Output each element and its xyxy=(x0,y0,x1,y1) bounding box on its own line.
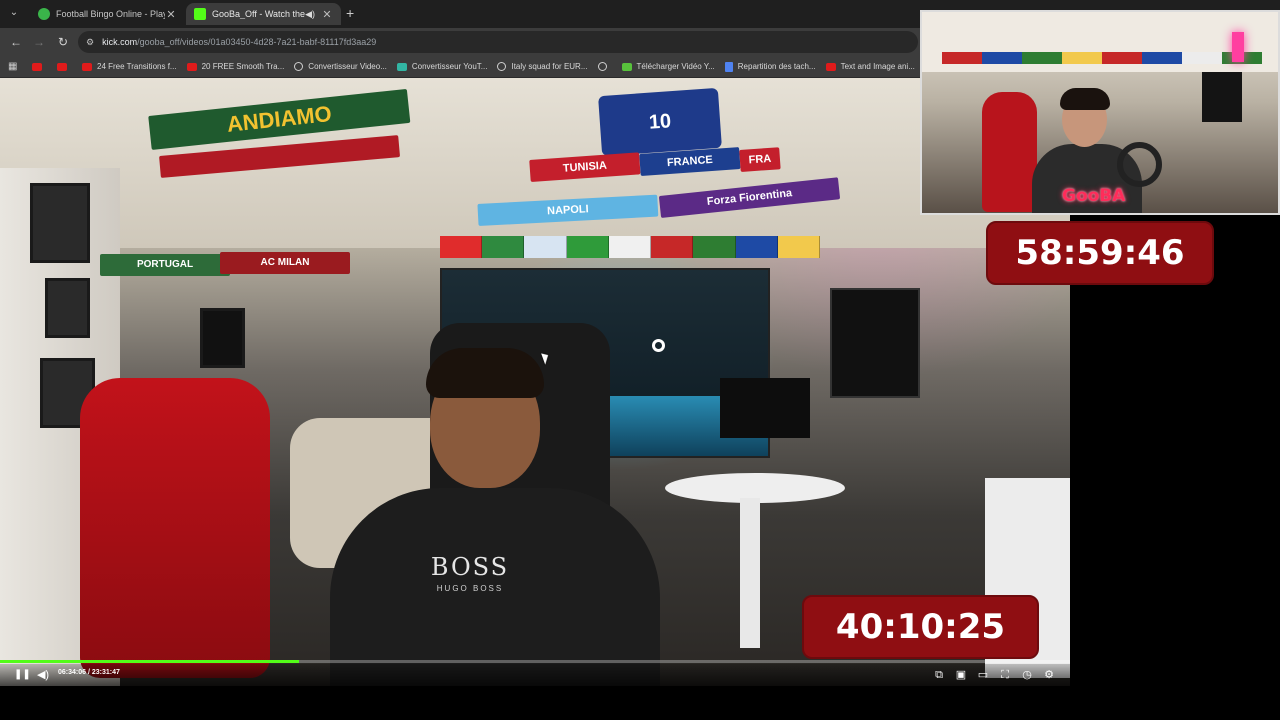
download-icon xyxy=(621,62,632,71)
pause-icon[interactable]: ❚❚ xyxy=(14,668,31,682)
bookmark-item[interactable]: Convertisseur YouT... xyxy=(396,62,487,71)
tab-title: GooBa_Off - Watch the VOD xyxy=(212,9,306,19)
youtube-icon xyxy=(57,62,67,71)
wall-frame xyxy=(45,278,90,338)
site-info-icon[interactable]: ⚙ xyxy=(86,37,94,48)
bookmark-item[interactable]: Italy squad for EUR... xyxy=(497,62,588,71)
tab-close-icon[interactable]: ✕ xyxy=(165,8,177,21)
scarf-portugal: PORTUGAL xyxy=(100,254,230,276)
bookmark-item[interactable] xyxy=(597,62,612,71)
miniplayer-icon[interactable]: ⧉ xyxy=(932,668,946,682)
webcam-neon xyxy=(1232,32,1244,62)
kick-favicon-icon xyxy=(194,8,206,20)
time-display: 06:34:06 / 23:31:47 xyxy=(58,669,120,676)
ring-light xyxy=(652,339,665,352)
url-text: kick.com/gooba_off/videos/01a03450-4d28-… xyxy=(102,37,377,47)
webcam-red-chair xyxy=(982,92,1037,212)
table-leg xyxy=(740,498,760,648)
speed-icon[interactable]: ◷ xyxy=(1020,668,1034,682)
jersey-10: 10 xyxy=(598,87,722,157)
youtube-icon xyxy=(82,62,92,71)
webcam-flags xyxy=(942,52,1262,64)
seek-bar[interactable] xyxy=(0,660,1070,663)
shirt-logo: BOSS xyxy=(430,553,510,581)
video-player[interactable]: ANDIAMO 10 TUNISIA FRANCE FRA NAPOLI For… xyxy=(0,78,1070,686)
bookmark-item[interactable]: 20 FREE Smooth Tra... xyxy=(186,62,284,71)
globe-icon xyxy=(497,62,507,71)
wall-frame xyxy=(200,308,245,368)
youtube-icon xyxy=(32,62,42,71)
tab-title: Football Bingo Online - Play No xyxy=(56,9,165,19)
bookmark-item[interactable]: Télécharger Vidéo Y... xyxy=(621,62,715,71)
theater-icon[interactable]: ▭ xyxy=(976,668,990,682)
bookmark-item[interactable] xyxy=(32,62,47,71)
countdown-timer-bottom: 40:10:25 xyxy=(802,595,1039,659)
bookmark-item[interactable]: Convertisseur Video... xyxy=(294,62,387,71)
bookmark-item[interactable]: Repartition des tach... xyxy=(724,61,816,72)
letterbox-bottom xyxy=(0,686,1280,720)
tab-gooba-vod[interactable]: GooBa_Off - Watch the VOD ◀) ✕ xyxy=(186,3,341,25)
red-gaming-chair xyxy=(80,378,270,678)
streamer-hair xyxy=(426,348,544,398)
bookmark-item[interactable]: Text and Image ani... xyxy=(825,62,915,71)
speaker-box xyxy=(720,378,810,438)
apps-grid-icon[interactable]: ▦ xyxy=(8,61,20,73)
wall-frame xyxy=(30,183,90,263)
tab-search-icon[interactable]: ⌄ xyxy=(6,5,22,21)
globe-icon xyxy=(597,62,607,71)
settings-gear-icon[interactable]: ⚙ xyxy=(1042,668,1056,682)
shirt-sublogo: HUGO BOSS xyxy=(436,584,504,593)
clip-icon[interactable]: ▣ xyxy=(954,668,968,682)
address-bar[interactable]: ⚙ kick.com/gooba_off/videos/01a03450-4d2… xyxy=(78,31,918,53)
reload-icon[interactable]: ↻ xyxy=(55,34,71,50)
speaker-icon[interactable]: ◀) xyxy=(305,9,315,20)
monitor xyxy=(830,288,920,398)
new-tab-icon[interactable]: + xyxy=(346,5,360,21)
flag-strip xyxy=(440,236,820,258)
globe-icon xyxy=(294,62,304,71)
steering-wheel xyxy=(1117,142,1162,187)
bookmark-item[interactable] xyxy=(57,62,72,71)
webcam-person-hair xyxy=(1060,88,1110,110)
youtube-icon xyxy=(825,62,836,71)
football-bingo-favicon-icon xyxy=(38,8,50,20)
bookmark-item[interactable]: 24 Free Transitions f... xyxy=(82,62,177,71)
youtube-icon xyxy=(186,62,197,71)
teal-icon xyxy=(396,62,407,71)
fullscreen-icon[interactable]: ⛶ xyxy=(998,668,1012,682)
scarf-fra: FRA xyxy=(739,147,781,172)
countdown-timer-top: 58:59:46 xyxy=(986,221,1214,285)
streamer: BOSS HUGO BOSS xyxy=(330,348,660,686)
tab-close-icon[interactable]: ✕ xyxy=(321,8,333,21)
player-controls: ❚❚ ◀) 06:34:06 / 23:31:47 ⧉ ▣ ▭ ⛶ ◷ ⚙ xyxy=(0,664,1070,686)
volume-icon[interactable]: ◀) xyxy=(36,668,50,682)
webcam-screen xyxy=(1202,72,1242,122)
seek-bar-fill xyxy=(0,660,299,663)
doc-icon xyxy=(724,61,733,72)
forward-icon[interactable]: → xyxy=(31,34,47,50)
gooba-neon-logo: GooBA xyxy=(1062,186,1126,206)
scarf-acmilan: AC MILAN xyxy=(220,252,350,274)
tab-football-bingo[interactable]: Football Bingo Online - Play No ✕ xyxy=(30,3,185,25)
webcam-overlay: GooBA xyxy=(920,10,1280,215)
back-icon[interactable]: ← xyxy=(8,34,24,50)
